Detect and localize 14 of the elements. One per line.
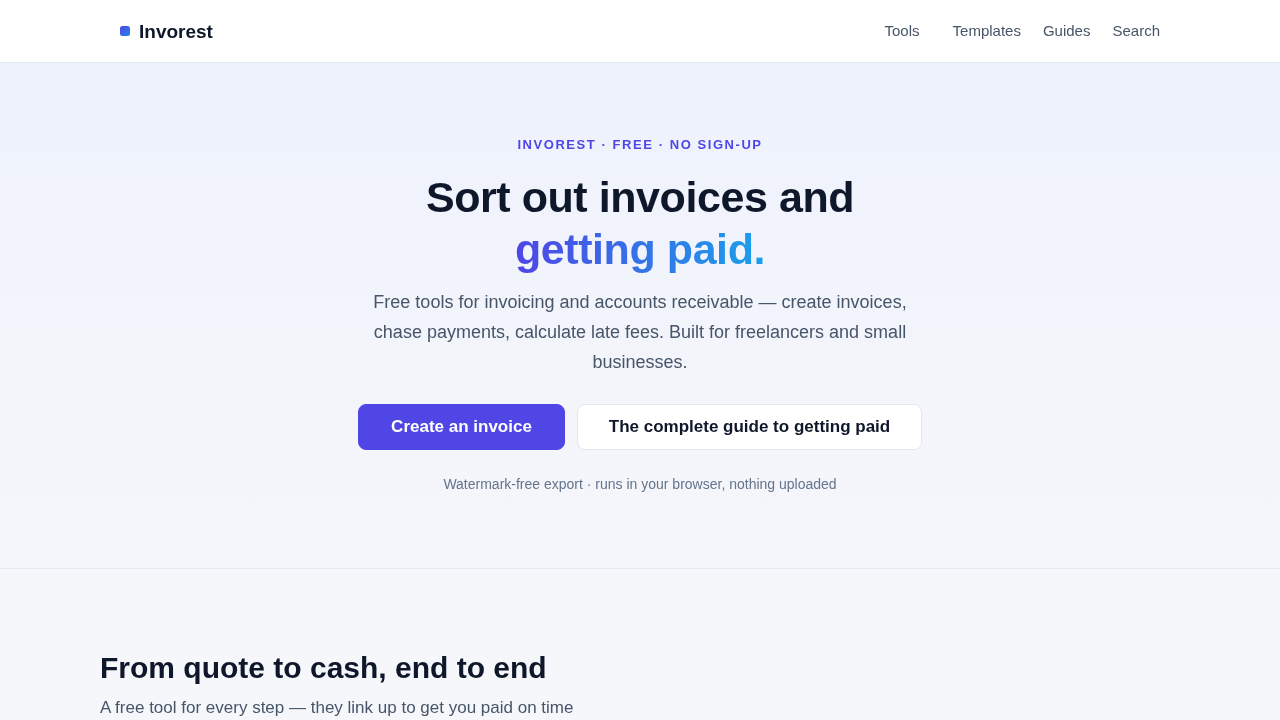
logo-square-icon <box>120 26 130 36</box>
section-subtitle: A free tool for every step — they link up to get you paid on time <box>100 697 574 719</box>
nav-link[interactable]: Search <box>1112 19 1160 43</box>
section-title: From quote to cash, end to end <box>100 650 548 686</box>
hero-note: Watermark-free export · runs in your browser, nothing uploaded <box>443 475 837 493</box>
nav-link[interactable]: Guides <box>1042 19 1091 43</box>
nav-link[interactable]: Templates <box>952 19 1021 43</box>
logo-wordmark[interactable]: Invorest <box>139 21 213 41</box>
hero-title: Sort out invoices and getting paid. <box>425 172 855 275</box>
guide-button[interactable]: The complete guide to getting paid <box>577 404 922 450</box>
hero-description: Free tools for invoicing and accounts receivable — create invoices, chase payments, calculate late fees. Built for freelancers and small businesses. <box>372 291 908 374</box>
eyebrow-label: INVOREST · FREE · NO SIGN-UP <box>517 137 763 153</box>
nav-link[interactable]: Tools <box>884 19 920 43</box>
create-invoice-button[interactable]: Create an invoice <box>358 404 565 450</box>
